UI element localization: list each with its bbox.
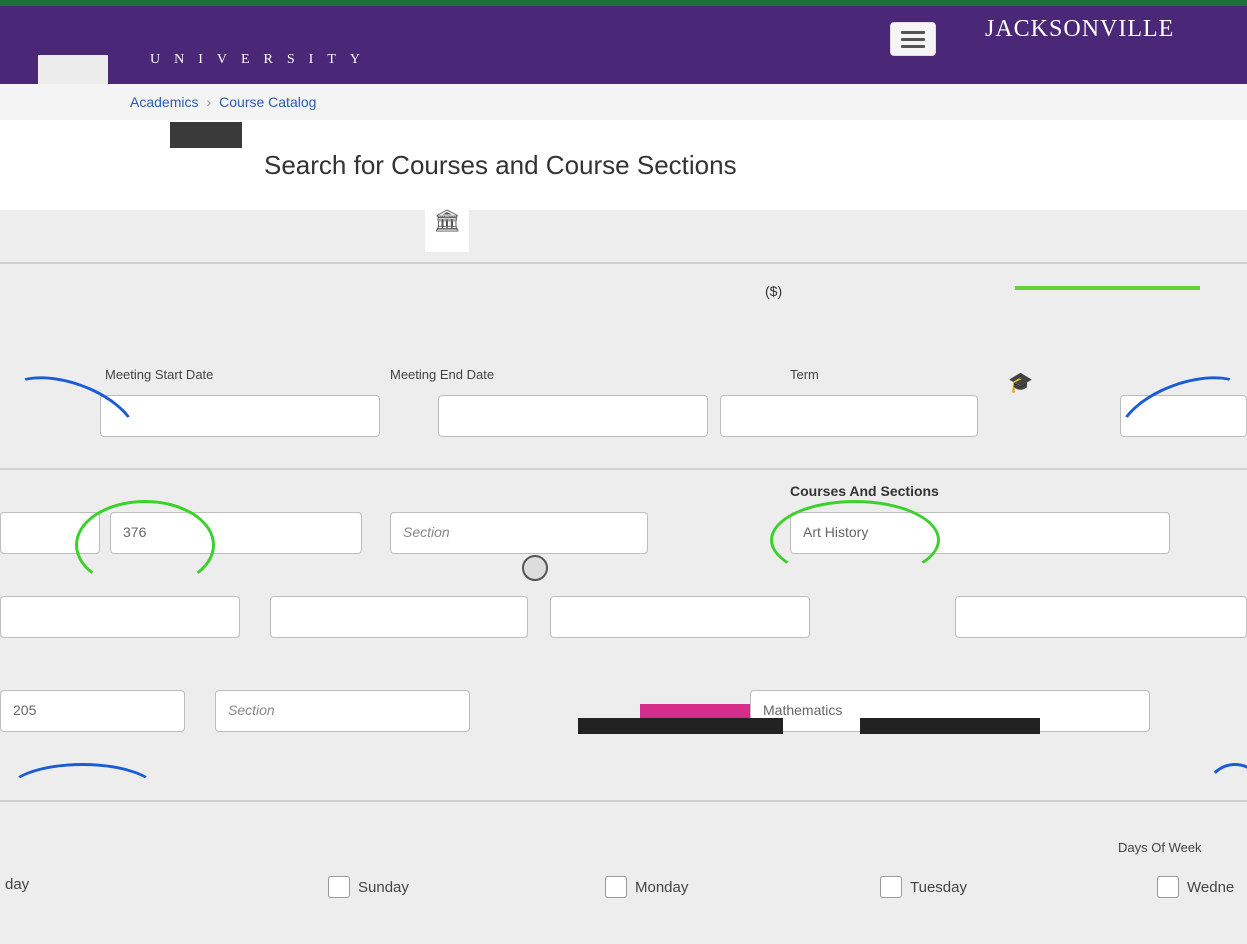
dark-bar	[578, 718, 783, 734]
subject-name-input-2[interactable]	[550, 596, 810, 638]
hamburger-icon	[901, 38, 925, 41]
section-divider	[0, 468, 1247, 470]
day-label: Monday	[635, 878, 689, 896]
page-title: Search for Courses and Course Sections	[264, 150, 737, 180]
title-icon-box	[170, 122, 242, 148]
blue-accent-arc	[1107, 360, 1247, 474]
term-label: Term	[790, 367, 819, 382]
catalog-building-icon: 🏛	[425, 190, 469, 252]
green-highlight-circle	[770, 500, 940, 580]
accent-green-line	[1015, 286, 1200, 290]
header-top-stripe	[0, 0, 1247, 6]
day-label: Sunday	[358, 878, 409, 896]
checkbox[interactable]	[880, 876, 902, 898]
subject-select-2[interactable]	[955, 596, 1247, 638]
days-of-week-label: Days Of Week	[1118, 840, 1202, 855]
day-sunday[interactable]: Sunday	[328, 876, 409, 898]
meeting-end-date-input[interactable]	[438, 395, 708, 437]
section-input-2[interactable]	[270, 596, 528, 638]
day-monday[interactable]: Monday	[605, 876, 688, 898]
breadcrumb: Academics › Course Catalog	[130, 94, 316, 110]
term-select[interactable]	[720, 395, 978, 437]
breadcrumb-course-catalog[interactable]: Course Catalog	[219, 94, 316, 110]
meeting-end-date-label: Meeting End Date	[390, 367, 495, 382]
blue-accent-arc	[5, 763, 160, 823]
dark-bar	[860, 718, 1040, 734]
site-header: UNIVERSITY JACKSONVILLE	[0, 0, 1247, 84]
course-number-input-3[interactable]: 205	[0, 690, 185, 732]
day-partial[interactable]: day	[5, 876, 29, 893]
section-divider	[0, 262, 1247, 264]
section-input-3[interactable]: Section	[215, 690, 470, 732]
meeting-start-date-input[interactable]	[100, 395, 380, 437]
courses-and-sections-label: Courses And Sections	[790, 483, 939, 499]
day-label: day	[5, 876, 30, 893]
day-tuesday[interactable]: Tuesday	[880, 876, 967, 898]
pink-tab	[640, 704, 750, 718]
dollar-icon: ($)	[765, 283, 783, 299]
user-icon	[522, 555, 548, 581]
checkbox[interactable]	[328, 876, 350, 898]
university-wordmark: UNIVERSITY	[150, 52, 374, 67]
checkbox[interactable]	[605, 876, 627, 898]
day-label: Tuesday	[910, 878, 967, 896]
hamburger-icon	[901, 31, 925, 34]
checkbox[interactable]	[1157, 876, 1179, 898]
breadcrumb-academics[interactable]: Academics	[130, 94, 198, 110]
breadcrumb-separator: ›	[206, 94, 212, 110]
menu-button[interactable]	[890, 22, 936, 56]
section-input-1[interactable]: Section	[390, 512, 648, 554]
meeting-start-date-label: Meeting Start Date	[105, 367, 214, 382]
day-label: Wedne	[1187, 878, 1235, 896]
blue-accent-arc	[1205, 763, 1247, 823]
brand-logo[interactable]: JACKSONVILLE	[985, 16, 1174, 43]
course-number-input-2[interactable]	[0, 596, 240, 638]
green-highlight-circle	[75, 500, 215, 590]
graduation-cap-icon: 🎓	[1008, 372, 1033, 394]
day-wednesday[interactable]: Wedne	[1157, 876, 1234, 898]
hamburger-icon	[901, 45, 925, 48]
section-divider	[0, 800, 1247, 802]
